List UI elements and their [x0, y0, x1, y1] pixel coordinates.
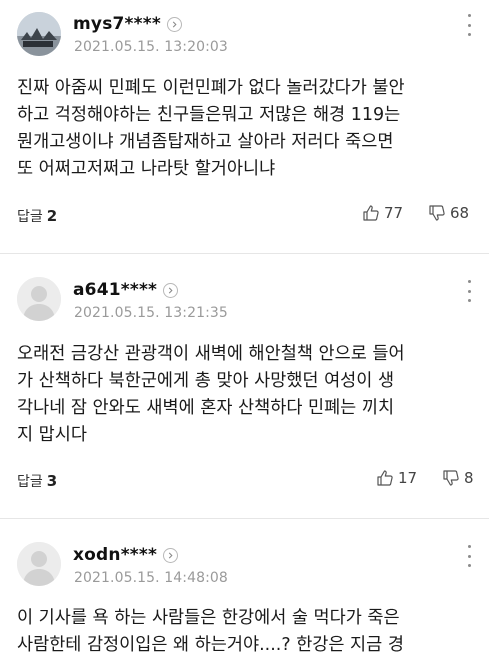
avatar[interactable] — [17, 542, 61, 586]
chevron-right-icon[interactable] — [163, 282, 179, 298]
default-avatar-icon — [17, 542, 61, 586]
username[interactable]: xodn**** — [73, 545, 157, 565]
like-count: 17 — [398, 469, 418, 487]
like-button[interactable]: 77 — [362, 204, 403, 222]
comment-body: 이 기사를 욕 하는 사람들은 한강에서 술 먹다가 죽은 사람한테 감정이입은… — [17, 605, 479, 659]
chevron-right-icon[interactable] — [166, 16, 182, 32]
avatar-photo-icon — [17, 12, 61, 56]
timestamp: 2021.05.15. 13:20:03 — [74, 39, 228, 55]
dislike-button[interactable]: 8 — [442, 469, 474, 487]
thumbs-down-icon — [443, 470, 459, 486]
username[interactable]: a641**** — [73, 280, 157, 300]
comment-line: 오래전 금강산 관광객이 새벽에 해안철책 안으로 들어 — [17, 344, 405, 364]
comment-line: 진짜 아줌씨 민폐도 이런민폐가 없다 놀러갔다가 불안 — [17, 78, 405, 98]
comment-line: 뭔개고생이냐 개념좀탑재하고 살아라 저러다 죽으면 — [17, 132, 394, 152]
thumbs-down-icon — [429, 205, 445, 221]
comment-line: 하고 걱정해야하는 친구들은뭐고 저많은 해경 119는 — [17, 105, 401, 125]
kebab-icon[interactable] — [465, 545, 473, 567]
chevron-right-icon[interactable] — [163, 547, 179, 563]
reply-label: 답글 — [17, 474, 43, 490]
reply-count: 2 — [46, 207, 58, 225]
comment-line: 이 기사를 욕 하는 사람들은 한강에서 술 먹다가 죽은 — [17, 608, 400, 628]
divider — [0, 253, 489, 254]
default-avatar-icon — [17, 277, 61, 321]
comment-line: 가 산책하다 북한군에게 총 맞아 사망했던 여성이 생 — [17, 371, 395, 391]
comment-line: 또 어쩌고저쩌고 나라탓 할거아니냐 — [17, 159, 276, 179]
divider — [0, 518, 489, 519]
avatar[interactable] — [17, 277, 61, 321]
dislike-count: 68 — [450, 204, 470, 222]
dislike-button[interactable]: 68 — [428, 204, 469, 222]
reply-label: 답글 — [17, 209, 43, 225]
thumbs-up-icon — [377, 470, 393, 486]
reply-button[interactable]: 답글 3 — [17, 471, 57, 491]
timestamp: 2021.05.15. 14:48:08 — [74, 570, 228, 586]
comment-line: 각나네 잠 안와도 새벽에 혼자 산책하다 민폐는 끼치 — [17, 398, 395, 418]
thumbs-up-icon — [363, 205, 379, 221]
comment-line: 지 맙시다 — [17, 425, 87, 445]
reply-button[interactable]: 답글 2 — [17, 206, 57, 226]
timestamp: 2021.05.15. 13:21:35 — [74, 305, 228, 321]
avatar[interactable] — [17, 12, 61, 56]
comment-line: 사람한테 감정이입은 왜 하는거야....? 한강은 지금 경 — [17, 635, 404, 655]
dislike-count: 8 — [464, 469, 474, 487]
comment-body: 오래전 금강산 관광객이 새벽에 해안철책 안으로 들어 가 산책하다 북한군에… — [17, 341, 479, 449]
reply-count: 3 — [46, 472, 58, 490]
comment-body: 진짜 아줌씨 민폐도 이런민폐가 없다 놀러갔다가 불안 하고 걱정해야하는 친… — [17, 75, 479, 183]
username[interactable]: mys7**** — [73, 14, 161, 34]
like-button[interactable]: 17 — [376, 469, 417, 487]
kebab-icon[interactable] — [465, 280, 473, 302]
kebab-icon[interactable] — [465, 14, 473, 36]
like-count: 77 — [384, 204, 404, 222]
